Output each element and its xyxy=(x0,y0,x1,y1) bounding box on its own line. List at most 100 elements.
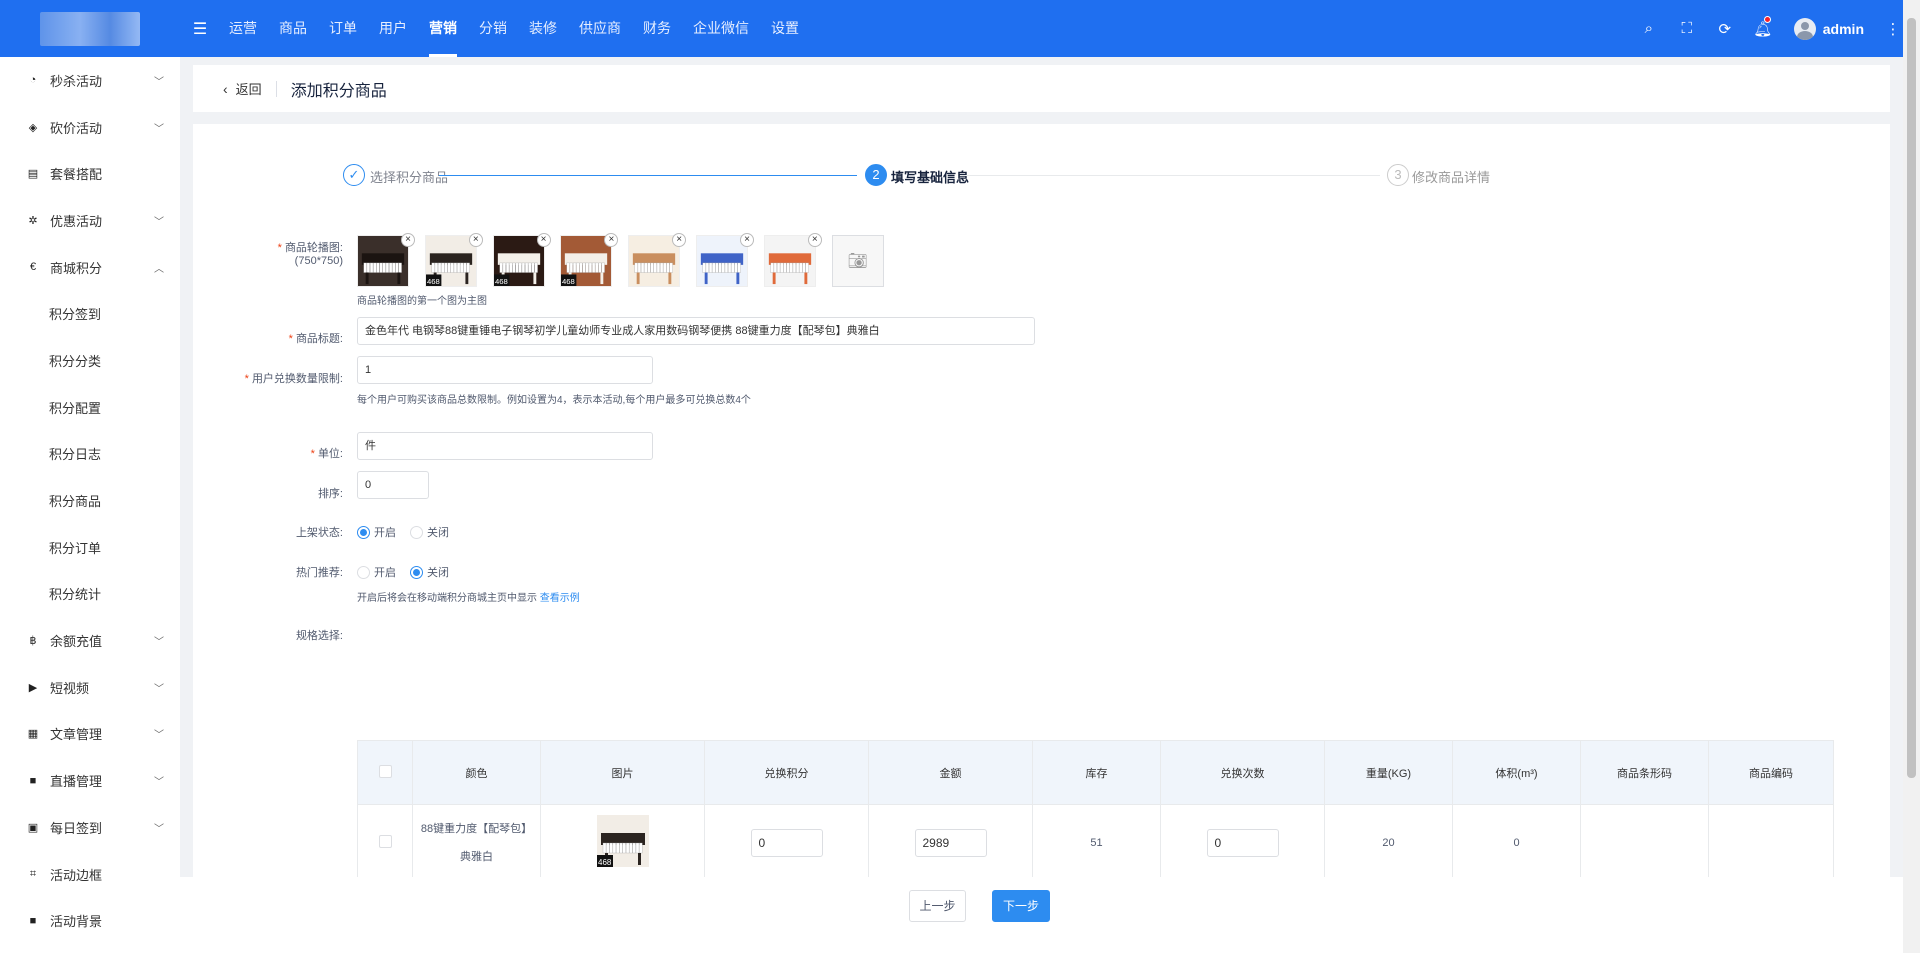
sidebar-item[interactable]: ⌗ 活动边框 xyxy=(0,851,180,898)
hot-on-radio[interactable]: 开启 xyxy=(357,564,396,580)
sidebar-item-label: 每日签到 xyxy=(50,820,103,836)
sidebar-subitem[interactable]: 积分配置 xyxy=(0,384,180,431)
upload-image-button[interactable]: 📷︎ xyxy=(831,235,884,287)
page-header: ‹ 返回 添加积分商品 xyxy=(193,65,1890,112)
sidebar-item[interactable]: ▤ 套餐搭配 xyxy=(0,150,180,197)
carousel-thumbnail[interactable]: 468 × xyxy=(492,233,551,287)
step-2-circle: 2 xyxy=(865,164,887,186)
euro-icon: € xyxy=(29,261,37,274)
nav-item[interactable]: 营销 xyxy=(418,0,468,57)
remove-image-icon[interactable]: × xyxy=(468,233,483,247)
sidebar-item[interactable]: ◈ 砍价活动 ﹀ xyxy=(0,104,180,151)
carousel-thumbnail[interactable]: × xyxy=(695,233,754,287)
hot-off-radio[interactable]: 关闭 xyxy=(410,564,449,580)
view-example-link[interactable]: 查看示例 xyxy=(540,593,580,604)
top-navbar: ☰ 运营 商品 订单 用户 营销 分销 装修 供应商 财务 企业微信 设置 ⌕ ⛶ ⟳ 🔔︎ adm… xyxy=(0,0,1920,57)
piano-image xyxy=(696,236,747,286)
sidebar-item[interactable]: ■ 直播管理 ﹀ xyxy=(0,757,180,804)
unit-input[interactable]: 件 xyxy=(357,432,653,460)
table-header-cell: 库存 xyxy=(1032,740,1161,805)
row-select-cell xyxy=(357,804,413,881)
sidebar-item[interactable]: ■ 活动背景 xyxy=(0,897,180,944)
bell-icon[interactable]: 🔔︎ xyxy=(1744,15,1782,38)
sidebar-item[interactable]: ฿ 余额充值 ﹀ xyxy=(0,617,180,664)
remove-image-icon[interactable]: × xyxy=(604,233,619,247)
sidebar-subitem[interactable]: 积分商品 xyxy=(0,477,180,524)
step-1-label: 选择积分商品 xyxy=(370,170,449,185)
carousel-thumbnail[interactable]: × xyxy=(763,233,822,287)
radio-dot xyxy=(410,525,423,539)
nav-item[interactable]: 供应商 xyxy=(568,0,632,57)
page-scrollbar[interactable] xyxy=(1903,0,1920,953)
menu-collapse-icon[interactable]: ☰ xyxy=(190,19,210,39)
sidebar-item[interactable]: ▶ 短视频 ﹀ xyxy=(0,664,180,711)
nav-item[interactable]: 财务 xyxy=(632,0,682,57)
sort-input[interactable]: 0 xyxy=(357,471,429,499)
remove-image-icon[interactable]: × xyxy=(672,233,687,247)
sidebar-item[interactable]: € 商城积分 ︿ xyxy=(0,244,180,291)
refresh-icon[interactable]: ⟳ xyxy=(1706,20,1744,38)
row-checkbox[interactable] xyxy=(378,834,392,848)
piano-image xyxy=(764,236,815,286)
back-button[interactable]: ‹ 返回 xyxy=(223,79,262,98)
sidebar-subitem[interactable]: 积分日志 xyxy=(0,431,180,478)
sidebar-item[interactable]: ✲ 优惠活动 ﹀ xyxy=(0,197,180,244)
sidebar-item[interactable]: ◔ 秒杀活动 ﹀ xyxy=(0,57,180,104)
prev-step-button[interactable]: 上一步 xyxy=(909,890,966,922)
sort-label: 排序: xyxy=(317,488,343,500)
remove-image-icon[interactable]: × xyxy=(401,233,415,247)
sidebar-subitem[interactable]: 积分统计 xyxy=(0,571,180,618)
remove-image-icon[interactable]: × xyxy=(807,233,822,247)
chevron-down-icon: ﹀ xyxy=(154,637,164,649)
step-2-line xyxy=(960,175,1380,176)
logo[interactable] xyxy=(0,0,180,57)
remove-image-icon[interactable]: × xyxy=(536,233,551,247)
next-step-button[interactable]: 下一步 xyxy=(992,890,1050,922)
carousel-thumbnail[interactable]: × xyxy=(628,233,687,287)
nav-item[interactable]: 分销 xyxy=(468,0,518,57)
volume-cell: 0 xyxy=(1452,804,1581,881)
title-input[interactable]: 金色年代 电钢琴88键重锤电子钢琴初学儿童幼师专业成人家用数码钢琴便携 88键重… xyxy=(357,317,1035,345)
points-input[interactable]: 0 xyxy=(750,828,823,857)
status-on-radio[interactable]: 开启 xyxy=(357,524,396,540)
sidebar-item[interactable]: ▦ 文章管理 ﹀ xyxy=(0,711,180,758)
video-icon: ▶ xyxy=(28,681,38,694)
svg-text:468: 468 xyxy=(598,858,612,867)
back-label: 返回 xyxy=(235,82,262,97)
nav-item[interactable]: 设置 xyxy=(760,0,810,57)
times-input[interactable]: 0 xyxy=(1206,828,1279,857)
avatar[interactable] xyxy=(1793,17,1816,40)
nav-item[interactable]: 企业微信 xyxy=(682,0,760,57)
remove-image-icon[interactable]: × xyxy=(739,233,754,247)
search-icon[interactable]: ⌕ xyxy=(1630,20,1668,37)
page-title: 添加积分商品 xyxy=(290,82,387,100)
price-input[interactable]: 2989 xyxy=(914,828,987,857)
sidebar-item[interactable]: ▣ 每日签到 ﹀ xyxy=(0,804,180,851)
nav-item[interactable]: 用户 xyxy=(368,0,418,57)
sidebar-subitem[interactable]: 积分订单 xyxy=(0,524,180,571)
chevron-down-icon: ﹀ xyxy=(154,216,164,228)
fullscreen-icon[interactable]: ⛶ xyxy=(1668,20,1706,37)
select-all-checkbox[interactable] xyxy=(378,764,392,778)
table-header-cell: 兑换次数 xyxy=(1160,740,1325,805)
sidebar-subitem[interactable]: 积分分类 xyxy=(0,337,180,384)
carousel-thumbnail[interactable]: 468 × xyxy=(560,233,619,287)
nav-item[interactable]: 运营 xyxy=(218,0,268,57)
chevron-left-icon: ‹ xyxy=(223,80,228,97)
carousel-thumbnail[interactable]: × xyxy=(357,233,415,287)
status-off-radio[interactable]: 关闭 xyxy=(410,524,449,540)
limit-input[interactable]: 1 xyxy=(357,356,653,384)
nav-item[interactable]: 订单 xyxy=(318,0,368,57)
sidebar-item-label: 秒杀活动 xyxy=(50,73,103,89)
nav-item[interactable]: 商品 xyxy=(268,0,318,57)
piano-image: 468 xyxy=(425,236,476,286)
spec-image[interactable]: 468 xyxy=(596,815,649,867)
tag-icon: ◈ xyxy=(28,121,38,134)
nav-item[interactable]: 装修 xyxy=(518,0,568,57)
scrollbar-thumb[interactable] xyxy=(1907,18,1916,778)
camera-icon: ■ xyxy=(29,774,37,787)
username[interactable]: admin xyxy=(1823,21,1864,37)
radio-dot xyxy=(410,565,423,579)
carousel-thumbnail[interactable]: 468 × xyxy=(424,233,483,287)
sidebar-subitem[interactable]: 积分签到 xyxy=(0,290,180,337)
